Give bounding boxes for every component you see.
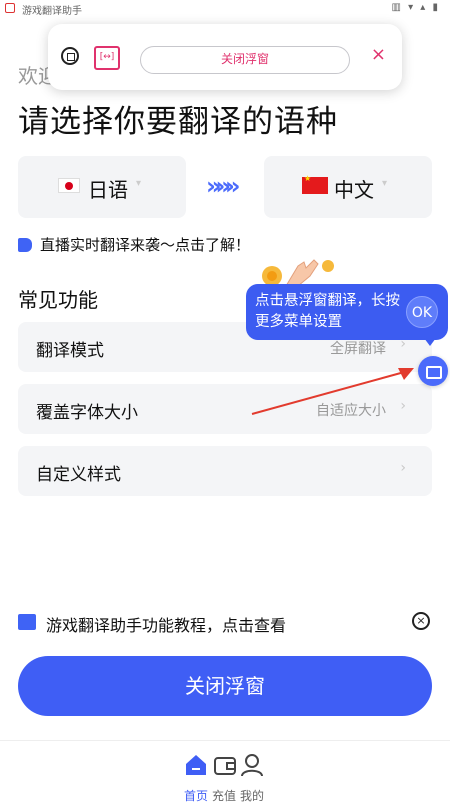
tab-mine-label[interactable]: 我的 xyxy=(240,787,264,804)
status-app-name: 游戏翻译助手 xyxy=(22,6,82,17)
status-bar: 游戏翻译助手 ▥ ▾ ▴ ▮ xyxy=(0,0,450,18)
tutorial-text: 游戏翻译助手功能教程，点击查看 xyxy=(46,616,287,635)
close-circle-icon[interactable]: × xyxy=(412,612,430,630)
japan-flag-icon xyxy=(58,178,80,193)
translation-mode-value: 全屏翻译 xyxy=(330,341,386,357)
close-float-window-button[interactable]: 关闭浮窗 xyxy=(140,46,350,74)
app-icon xyxy=(5,3,15,13)
swap-arrows-icon[interactable]: »»» xyxy=(206,172,240,200)
custom-style-label: 自定义样式 xyxy=(36,465,121,485)
screenshot-icon[interactable] xyxy=(61,47,79,65)
user-icon[interactable] xyxy=(240,753,264,777)
home-icon[interactable] xyxy=(184,753,208,777)
system-status-icons: ▥ ▾ ▴ ▮ xyxy=(391,2,440,13)
float-window-tooltip: 点击悬浮窗翻译，长按更多菜单设置 OK xyxy=(246,284,448,340)
source-language-select[interactable]: 日语 ▾ xyxy=(18,156,186,218)
china-flag-icon xyxy=(302,174,328,194)
floating-panel: [↔] 关闭浮窗 × xyxy=(48,24,402,90)
tutorial-icon xyxy=(18,614,36,630)
translation-mode-label: 翻译模式 xyxy=(36,341,104,361)
page-title: 请选择你要翻译的语种 xyxy=(18,104,338,140)
target-language-select[interactable]: 中文 ▾ xyxy=(264,156,432,218)
custom-style-row[interactable]: 自定义样式 › xyxy=(18,446,432,496)
target-language-label: 中文 xyxy=(334,178,374,202)
pointer-arrow-icon xyxy=(251,368,414,415)
font-size-label: 覆盖字体大小 xyxy=(36,403,138,423)
common-features-title: 常见功能 xyxy=(18,288,98,312)
chevron-down-icon: ▾ xyxy=(136,178,142,189)
tooltip-tail xyxy=(424,338,436,346)
tooltip-text: 点击悬浮窗翻译，长按更多菜单设置 xyxy=(255,293,400,330)
wallet-icon[interactable] xyxy=(213,753,237,777)
close-float-main-button[interactable]: 关闭浮窗 xyxy=(18,656,432,716)
promo-text: 直播实时翻译来袭～点击了解！ xyxy=(40,236,251,254)
region-select-icon[interactable]: [↔] xyxy=(94,46,120,70)
live-translation-promo[interactable]: 直播实时翻译来袭～点击了解！ xyxy=(18,234,250,255)
tab-recharge-label[interactable]: 充值 xyxy=(212,787,236,804)
tutorial-guide[interactable]: 游戏翻译助手功能教程，点击查看 × xyxy=(18,610,432,636)
tooltip-ok-button[interactable]: OK xyxy=(406,296,438,328)
close-icon[interactable]: × xyxy=(371,44,386,65)
tab-home-label[interactable]: 首页 xyxy=(184,787,208,804)
megaphone-icon xyxy=(18,238,32,252)
chevron-down-icon: ▾ xyxy=(382,178,388,189)
floating-ball-button[interactable] xyxy=(418,356,448,386)
source-language-label: 日语 xyxy=(88,178,128,202)
chevron-right-icon: › xyxy=(400,460,406,476)
bottom-tab-bar: 首页 充值 我的 xyxy=(0,740,450,804)
